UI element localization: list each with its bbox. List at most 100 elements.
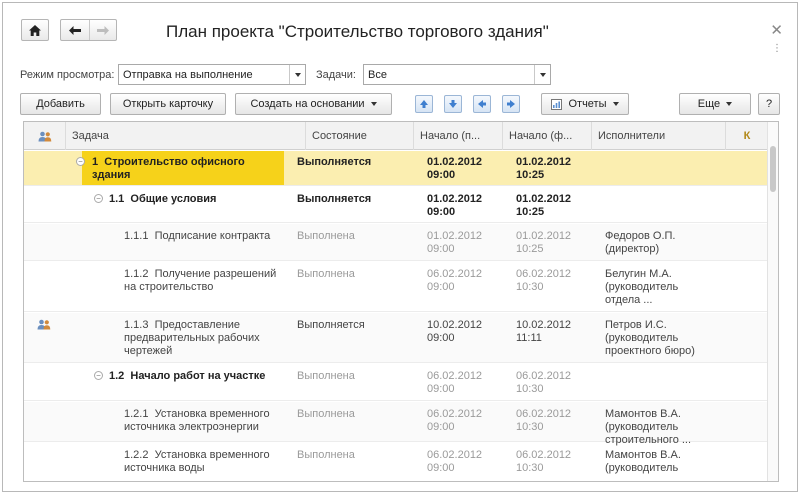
fact-time: 10:25 <box>516 169 545 181</box>
fact-date: 06.02.2012 <box>516 370 572 382</box>
scrollbar-thumb[interactable] <box>770 146 776 192</box>
arrow-up-icon <box>420 100 428 108</box>
collapse-icon[interactable]: − <box>94 371 103 380</box>
tasks-label: Задачи: <box>316 69 356 81</box>
users-icon <box>37 319 51 330</box>
table-row[interactable]: 1.1.2 Получение разрешений на строительс… <box>24 262 768 312</box>
more-button[interactable]: Еще <box>679 93 751 115</box>
task-name: предварительных рабочих <box>124 332 260 344</box>
close-icon[interactable]: ✕ <box>770 21 783 39</box>
page-title: План проекта "Строительство торгового зд… <box>166 22 549 41</box>
task-state: Выполняется <box>297 193 372 205</box>
column-start-plan[interactable]: Начало (п... <box>414 122 503 150</box>
forward-arrow-icon <box>96 25 109 35</box>
start-date: 01.02.2012 <box>427 230 483 242</box>
task-state: Выполнена <box>297 408 355 420</box>
column-executors-icon[interactable] <box>24 122 66 150</box>
executor-name: Мамонтов В.А. <box>605 449 681 461</box>
table-row[interactable]: 1.1.1 Подписание контракта Выполнена 01.… <box>24 224 768 261</box>
project-plan-window: План проекта "Строительство торгового зд… <box>2 2 798 492</box>
view-mode-select[interactable]: Отправка на выполнение <box>118 64 306 85</box>
start-date: 06.02.2012 <box>427 449 483 461</box>
task-state: Выполнена <box>297 449 355 461</box>
users-icon <box>38 131 51 141</box>
help-label: ? <box>765 98 773 110</box>
chevron-down-icon[interactable] <box>534 65 550 84</box>
back-button[interactable] <box>61 20 89 40</box>
more-actions-icon[interactable]: ⋮ <box>772 43 782 54</box>
view-mode-label: Режим просмотра: <box>20 69 115 81</box>
help-button[interactable]: ? <box>758 93 780 115</box>
executor-role: (руководитель <box>605 281 679 293</box>
task-number: 1.2.1 <box>124 408 149 420</box>
forward-button[interactable] <box>88 20 117 40</box>
executor-name: Мамонтов В.А. <box>605 408 681 420</box>
task-number: 1.2.2 <box>124 449 149 461</box>
tasks-value: Все <box>368 68 387 81</box>
start-time: 09:00 <box>427 332 455 344</box>
executor-role: отдела ... <box>605 294 653 306</box>
task-name: Установка временного <box>154 408 270 420</box>
start-date: 06.02.2012 <box>427 408 483 420</box>
collapse-icon[interactable]: − <box>76 157 85 166</box>
chevron-down-icon <box>370 102 377 106</box>
tasks-select[interactable]: Все <box>363 64 551 85</box>
task-state: Выполнена <box>297 370 355 382</box>
reports-button[interactable]: Отчеты <box>541 93 629 115</box>
task-name: Начало работ на участке <box>130 370 266 382</box>
column-start-fact[interactable]: Начало (ф... <box>503 122 592 150</box>
open-card-label: Открыть карточку <box>122 98 214 110</box>
fact-time: 10:30 <box>516 421 544 433</box>
task-number: 1.1.1 <box>124 230 149 242</box>
task-state: Выполнена <box>297 268 355 280</box>
column-executors[interactable]: Исполнители <box>592 122 726 150</box>
add-button[interactable]: Добавить <box>20 93 101 115</box>
start-time: 09:00 <box>427 243 455 255</box>
collapse-icon[interactable]: − <box>94 194 103 203</box>
chevron-down-icon[interactable] <box>289 65 305 84</box>
fact-time: 10:30 <box>516 462 544 474</box>
task-name: Предоставление <box>154 319 241 331</box>
task-state: Выполнена <box>297 230 355 242</box>
column-task[interactable]: Задача <box>66 122 306 150</box>
move-right-button[interactable] <box>502 95 520 113</box>
table-row[interactable]: 1.2.2 Установка временного источника вод… <box>24 443 768 481</box>
chevron-down-icon <box>612 102 619 106</box>
table-row[interactable]: − 1.1 Общие условия Выполняется 01.02.20… <box>24 187 768 223</box>
task-name: источника электроэнергии <box>124 421 259 433</box>
start-time: 09:00 <box>427 281 455 293</box>
report-icon <box>551 98 563 110</box>
add-button-label: Добавить <box>36 98 85 110</box>
fact-date: 06.02.2012 <box>516 449 572 461</box>
fact-time: 10:25 <box>516 243 544 255</box>
table-row[interactable]: 1.1.3 Предоставление предварительных раб… <box>24 313 768 363</box>
executor-name: Петров И.С. <box>605 319 667 331</box>
view-mode-value: Отправка на выполнение <box>123 68 253 81</box>
move-left-button[interactable] <box>473 95 491 113</box>
home-button[interactable] <box>21 19 49 41</box>
fact-date: 01.02.2012 <box>516 156 572 168</box>
table-row[interactable]: − 1.2 Начало работ на участке Выполнена … <box>24 364 768 401</box>
task-number: 1 <box>92 156 99 168</box>
vertical-scrollbar[interactable] <box>767 122 778 481</box>
table-row[interactable]: − 1 Строительство офисного здания Выполн… <box>24 151 768 186</box>
move-up-button[interactable] <box>415 95 433 113</box>
start-date: 01.02.2012 <box>427 193 483 205</box>
open-card-button[interactable]: Открыть карточку <box>110 93 226 115</box>
reports-label: Отчеты <box>568 98 607 110</box>
table-row[interactable]: 1.2.1 Установка временного источника эле… <box>24 402 768 446</box>
fact-time: 10:30 <box>516 383 544 395</box>
navigation-buttons <box>60 19 117 41</box>
task-name: чертежей <box>124 345 173 357</box>
move-down-button[interactable] <box>444 95 462 113</box>
executor-role: проектного бюро) <box>605 345 695 357</box>
executor-role: (руководитель <box>605 421 679 433</box>
column-state[interactable]: Состояние <box>306 122 414 150</box>
column-k[interactable]: К <box>726 122 768 150</box>
tasks-table: Задача Состояние Начало (п... Начало (ф.… <box>23 121 779 482</box>
create-based-on-label: Создать на основании <box>250 98 365 110</box>
create-based-on-button[interactable]: Создать на основании <box>235 93 392 115</box>
task-name: на строительство <box>124 281 214 293</box>
task-number: 1.1.3 <box>124 319 149 331</box>
executor-name: Белугин М.А. <box>605 268 672 280</box>
